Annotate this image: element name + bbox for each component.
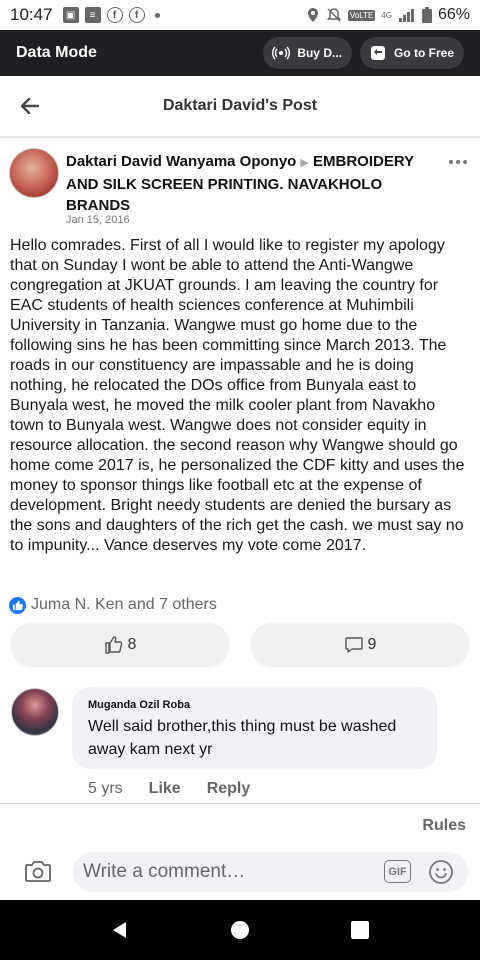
post: Daktari David Wanyama Oponyo ▶ EMBROIDERY…	[0, 140, 480, 667]
data-mode-actions: Buy D... Go to Free	[263, 37, 464, 69]
commenter-name[interactable]: Muganda Ozil Roba	[88, 699, 421, 711]
switch-icon	[368, 43, 388, 63]
shared-to-arrow-icon: ▶	[300, 157, 309, 169]
more-notifications-icon	[154, 12, 160, 18]
like-count: 8	[127, 636, 137, 653]
message-icon: ≡	[84, 7, 101, 23]
back-arrow-icon	[21, 98, 39, 114]
camera-icon	[25, 861, 51, 882]
buy-data-label: Buy D...	[297, 46, 342, 60]
like-reaction-icon	[9, 596, 26, 614]
location-icon	[307, 8, 318, 22]
post-date[interactable]: Jan 15, 2016	[66, 214, 130, 226]
battery-icon	[421, 7, 432, 23]
commenter-avatar[interactable]	[11, 688, 59, 736]
comment-count: 9	[367, 636, 377, 653]
post-body: Hello comrades. First of all I would lik…	[10, 237, 465, 554]
mute-icon	[326, 8, 341, 22]
status-bar: 10:47 ▣ ≡ f f VoLTE 4G 66%	[0, 0, 480, 30]
post-actions: 8 9	[10, 623, 470, 667]
comment-age: 5 yrs	[88, 780, 123, 797]
back-button[interactable]	[0, 75, 60, 137]
navigation-bar	[0, 900, 480, 960]
comment-bubble-icon	[344, 637, 363, 653]
thumbs-up-icon	[104, 636, 122, 654]
reactions-text: Juma N. Ken and 7 others	[31, 596, 217, 613]
facebook-icon: f	[128, 7, 145, 23]
comment-reply-button[interactable]: Reply	[207, 780, 251, 798]
rules-link[interactable]: Rules	[422, 817, 466, 835]
author-avatar[interactable]	[9, 148, 59, 198]
data-mode-bar: Data Mode Buy D... Go to Free	[0, 30, 480, 76]
comment-input[interactable]	[83, 852, 373, 892]
comment-composer: GIF	[0, 846, 480, 900]
comment-button[interactable]: 9	[250, 623, 470, 667]
emoji-icon	[429, 860, 453, 884]
camera-button[interactable]	[24, 858, 52, 884]
nav-recents-button[interactable]	[340, 910, 380, 950]
divider	[0, 803, 480, 804]
page-title: Daktari David's Post	[162, 97, 318, 114]
network-type: 4G	[381, 10, 392, 20]
signal-icon	[398, 9, 414, 22]
system-icons: VoLTE 4G 66%	[306, 6, 470, 24]
post-header: Daktari David Wanyama Oponyo ▶ EMBROIDERY…	[0, 140, 480, 235]
home-circle-icon	[231, 921, 249, 939]
back-triangle-icon	[113, 922, 126, 938]
nav-home-button[interactable]	[220, 910, 260, 950]
gif-button[interactable]: GIF	[384, 860, 411, 883]
comment-input-container: GIF	[73, 852, 468, 892]
post-author-line: Daktari David Wanyama Oponyo ▶ EMBROIDERY…	[66, 151, 426, 216]
more-options-button[interactable]	[446, 152, 470, 172]
comment-meta: 5 yrs Like Reply	[88, 780, 250, 798]
facebook-icon: f	[106, 7, 123, 23]
gallery-icon: ▣	[62, 7, 79, 23]
like-button[interactable]: 8	[10, 623, 230, 667]
go-to-free-label: Go to Free	[393, 46, 454, 60]
reactions-summary[interactable]: Juma N. Ken and 7 others	[9, 596, 217, 614]
recents-square-icon	[351, 921, 369, 939]
status-time: 10:47	[10, 5, 53, 24]
go-to-free-button[interactable]: Go to Free	[359, 37, 464, 69]
data-mode-title: Data Mode	[16, 44, 97, 61]
comment-bubble[interactable]: Muganda Ozil Roba Well said brother,this…	[72, 687, 437, 769]
author-name[interactable]: Daktari David Wanyama Oponyo	[66, 153, 296, 170]
volte-badge: VoLTE	[347, 9, 376, 21]
comment-text: Well said brother,this thing must be was…	[88, 718, 397, 758]
page-header: Daktari David's Post	[0, 76, 480, 138]
broadcast-icon	[271, 43, 291, 63]
buy-data-button[interactable]: Buy D...	[263, 37, 352, 69]
battery-percent: 66%	[437, 6, 470, 23]
comment-like-button[interactable]: Like	[149, 780, 181, 798]
nav-back-button[interactable]	[100, 910, 140, 950]
notification-icons: ▣ ≡ f f	[62, 7, 160, 23]
emoji-button[interactable]	[428, 859, 454, 885]
